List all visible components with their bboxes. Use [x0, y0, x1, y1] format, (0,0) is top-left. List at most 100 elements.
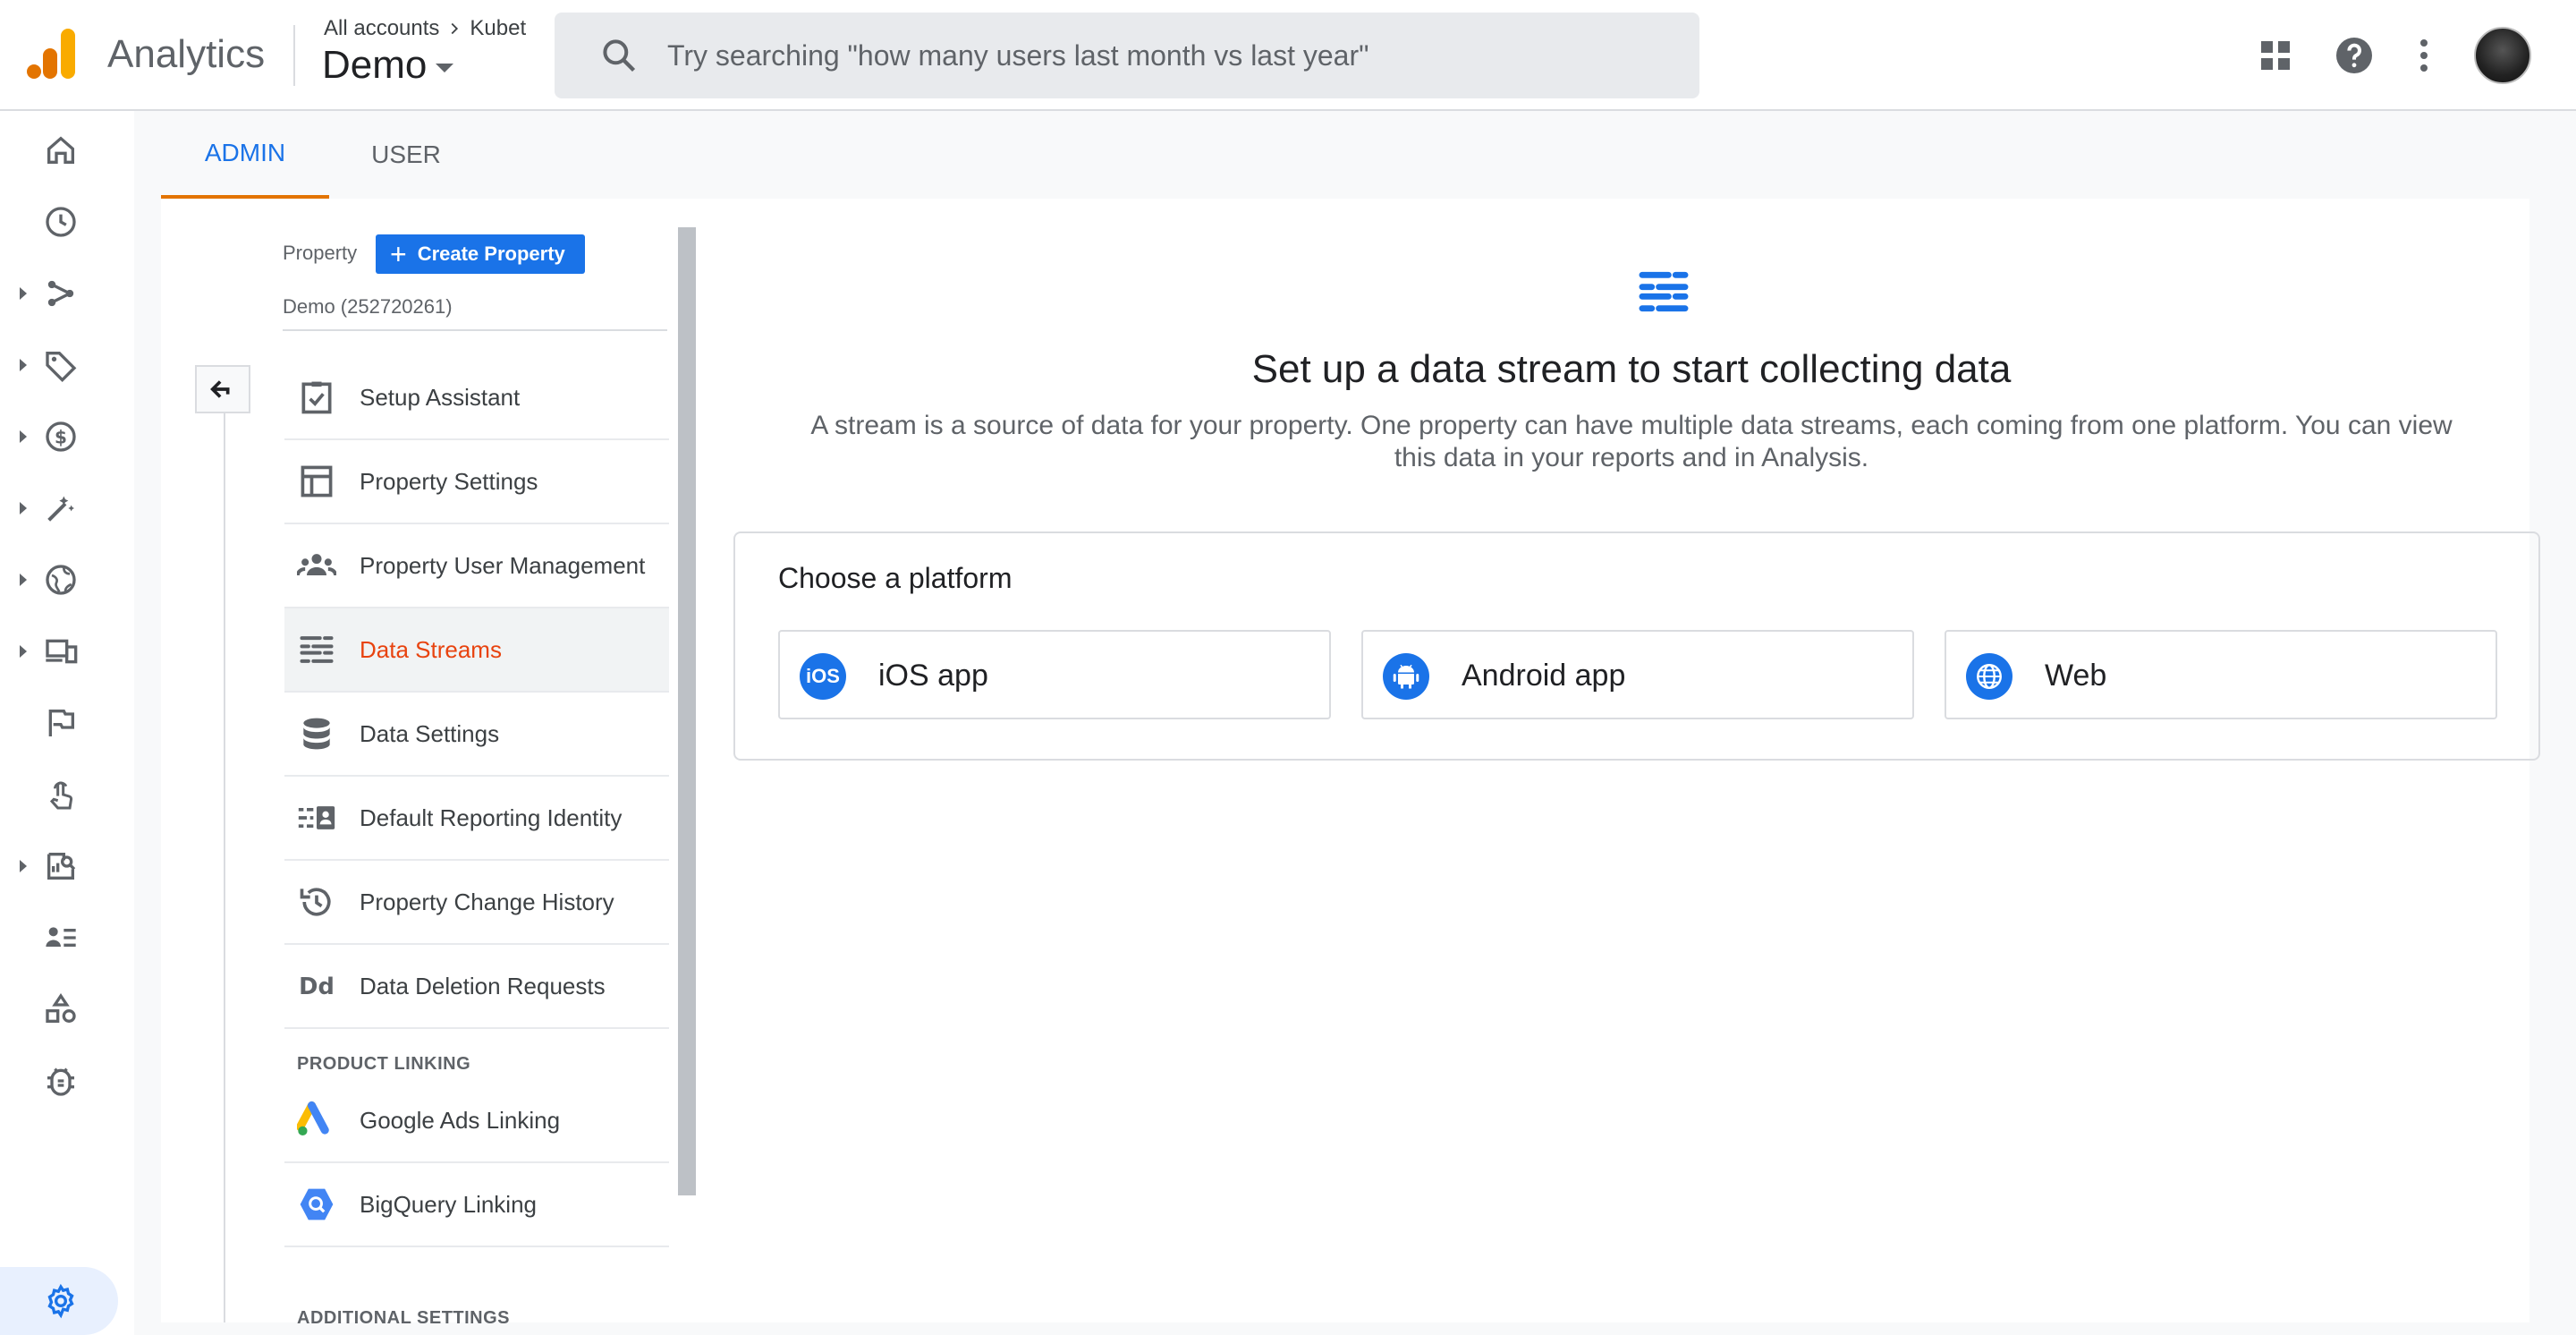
more-vert-icon[interactable] [2402, 34, 2445, 77]
left-nav: $ [0, 111, 134, 1335]
clock-icon [46, 207, 76, 237]
column-divider [224, 367, 225, 1322]
property-label: Property [283, 242, 358, 264]
android-icon [1383, 653, 1429, 700]
collapse-back-button[interactable] [195, 365, 250, 413]
property-selector[interactable]: Demo [322, 43, 454, 88]
admin-panel: Property + Create Property Demo (2527202… [161, 199, 2540, 1328]
top-app-bar: Analytics All accounts Kubet Demo [0, 0, 2576, 111]
expand-arrow-icon [20, 574, 27, 586]
menu-item-label: BigQuery Linking [360, 1190, 537, 1218]
expand-arrow-icon [20, 502, 27, 514]
nav-admin[interactable] [0, 1267, 118, 1335]
platform-label: iOS app [878, 659, 988, 693]
nav-tags[interactable] [0, 338, 116, 392]
expand-arrow-icon [20, 860, 27, 872]
google-ads-icon [297, 1101, 329, 1136]
menu-item-bigquery-linking[interactable]: BigQuery Linking [284, 1163, 669, 1247]
report-search-icon [47, 853, 76, 880]
section-product-linking: PRODUCT LINKING [297, 1054, 471, 1074]
description-line: A stream is a source of data for your pr… [810, 411, 2453, 440]
scrollbar-thumb[interactable] [678, 227, 696, 1195]
nav-shapes[interactable] [0, 982, 116, 1036]
create-property-label: Create Property [417, 242, 565, 265]
dollar-icon: $ [46, 421, 76, 452]
property-column: Property + Create Property Demo (2527202… [161, 199, 698, 1328]
flag-icon [48, 710, 74, 736]
touch-icon [49, 781, 73, 810]
nav-realtime[interactable] [0, 195, 116, 249]
data-streams-content: Set up a data stream to start collecting… [733, 199, 2540, 1322]
platform-label: Android app [1462, 659, 1626, 693]
bigquery-icon [300, 1188, 334, 1220]
menu-item-label: Data Settings [360, 719, 500, 747]
menu-item-google-ads-linking[interactable]: Google Ads Linking [284, 1079, 669, 1163]
menu-item-label: Property Settings [360, 467, 538, 495]
header-divider [293, 25, 295, 86]
bug-icon [47, 1067, 74, 1096]
devices-icon [46, 639, 78, 664]
menu-item-user-management[interactable]: Property User Management [284, 524, 669, 608]
menu-item-change-history[interactable]: Property Change History [284, 861, 669, 945]
menu-item-data-streams[interactable]: Data Streams [284, 608, 669, 693]
create-property-button[interactable]: + Create Property [376, 234, 585, 274]
breadcrumb-sub[interactable]: Kubet [470, 16, 526, 41]
breadcrumb-account[interactable]: All accounts [324, 16, 439, 41]
layout-icon [301, 465, 333, 497]
shapes-icon [46, 992, 76, 1023]
flow-icon [47, 280, 74, 307]
menu-item-property-settings[interactable]: Property Settings [284, 440, 669, 524]
menu-item-label: Data Deletion Requests [360, 972, 606, 999]
analytics-logo-icon[interactable] [27, 27, 77, 81]
nav-monetization[interactable]: $ [0, 410, 116, 463]
search-bar[interactable] [555, 13, 1699, 98]
expand-arrow-icon [20, 645, 27, 658]
choose-platform-card: Choose a platform iOS iOS app Android ap… [733, 531, 2540, 761]
dd-icon: Dd [299, 974, 335, 1000]
nav-lifecycle[interactable] [0, 267, 116, 320]
apps-grid-icon[interactable] [2254, 34, 2297, 77]
nav-tech[interactable] [0, 625, 116, 678]
expand-arrow-icon [20, 430, 27, 443]
platform-ios-button[interactable]: iOS iOS app [778, 630, 1331, 719]
nav-conversions[interactable] [0, 696, 116, 750]
nav-engagement[interactable] [0, 481, 116, 535]
menu-item-setup-assistant[interactable]: Setup Assistant [284, 356, 669, 440]
platform-android-button[interactable]: Android app [1361, 630, 1914, 719]
divider [283, 329, 667, 331]
search-icon [603, 39, 636, 72]
tab-user[interactable]: USER [329, 111, 483, 199]
nav-debug[interactable] [0, 1054, 116, 1108]
chevron-right-icon [452, 22, 459, 35]
nav-home[interactable] [0, 123, 116, 177]
ios-icon: iOS [800, 653, 846, 700]
expand-arrow-icon [20, 287, 27, 300]
plus-icon: + [390, 238, 407, 270]
globe-icon [1966, 653, 2012, 700]
menu-item-reporting-identity[interactable]: Default Reporting Identity [284, 777, 669, 861]
menu-item-label: Property Change History [360, 888, 614, 915]
nav-audiences[interactable] [0, 911, 116, 965]
menu-item-deletion-requests[interactable]: Dd Data Deletion Requests [284, 945, 669, 1029]
breadcrumb[interactable]: All accounts Kubet [324, 16, 526, 41]
avatar[interactable] [2474, 27, 2531, 84]
svg-text:Dd: Dd [299, 974, 335, 1000]
help-icon[interactable] [2333, 34, 2376, 77]
linking-menu: Google Ads Linking BigQuery Linking [284, 1079, 669, 1247]
tab-admin[interactable]: ADMIN [161, 111, 329, 199]
property-menu: Setup Assistant Property Settings Proper… [284, 356, 669, 1029]
choose-platform-title: Choose a platform [778, 562, 1013, 594]
nav-explore[interactable] [0, 839, 116, 893]
platform-web-button[interactable]: Web [1945, 630, 2497, 719]
person-list-icon [46, 927, 76, 947]
nav-demographics[interactable] [0, 553, 116, 607]
platform-label: Web [2045, 659, 2107, 693]
home-icon [47, 136, 74, 164]
menu-item-label: Data Streams [360, 635, 502, 663]
search-input[interactable] [665, 38, 1699, 73]
tag-icon [46, 352, 77, 383]
menu-item-data-settings[interactable]: Data Settings [284, 693, 669, 777]
database-icon [303, 718, 330, 750]
empty-state-description: A stream is a source of data for your pr… [733, 410, 2529, 474]
nav-touch[interactable] [0, 768, 116, 821]
